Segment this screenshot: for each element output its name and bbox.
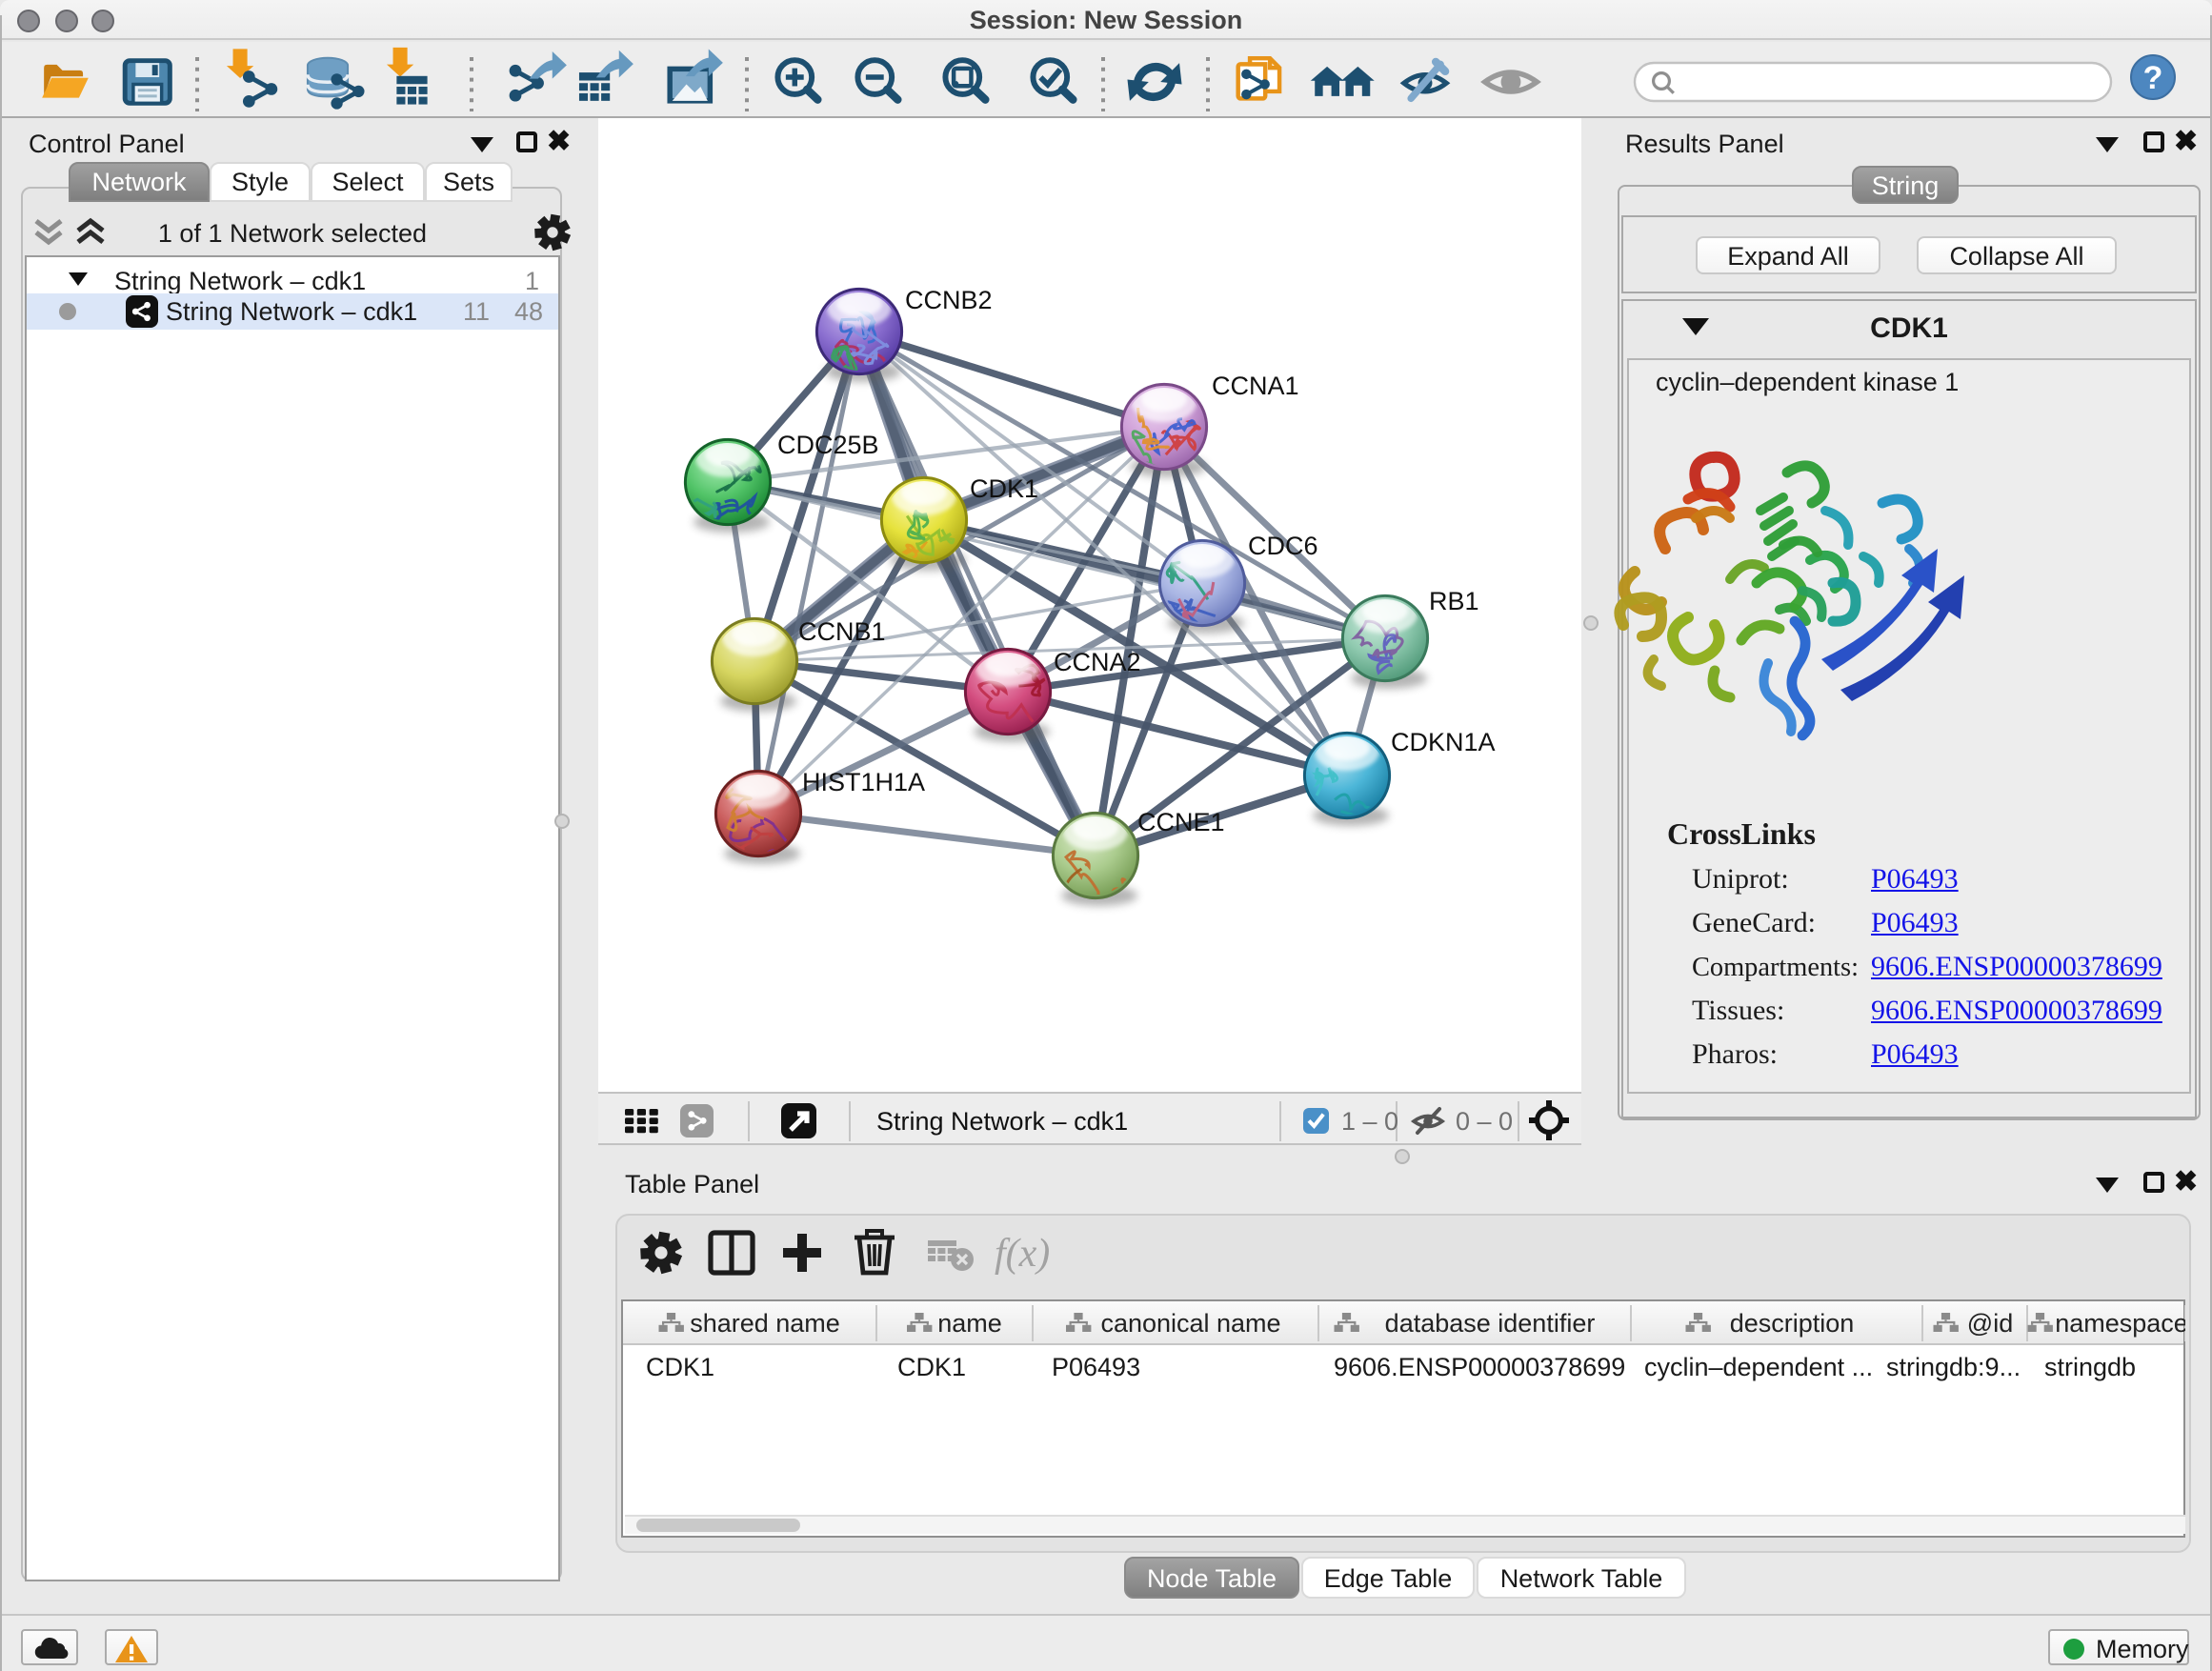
svg-text:shared name: shared name — [690, 1309, 840, 1338]
svg-text:CCNA2: CCNA2 — [1054, 648, 1141, 676]
svg-text:String Network – cdk1: String Network – cdk1 — [876, 1107, 1128, 1136]
svg-text:0 – 0: 0 – 0 — [1456, 1107, 1513, 1136]
svg-text:1 – 0: 1 – 0 — [1341, 1107, 1398, 1136]
svg-text:CCNB2: CCNB2 — [905, 286, 993, 314]
svg-text:CCNA1: CCNA1 — [1212, 372, 1299, 400]
svg-text:database identifier: database identifier — [1385, 1309, 1596, 1338]
svg-text:CDC25B: CDC25B — [777, 431, 879, 459]
svg-text:CCNB1: CCNB1 — [798, 617, 886, 646]
svg-text:@id: @id — [1967, 1309, 2013, 1338]
svg-text:canonical name: canonical name — [1100, 1309, 1280, 1338]
svg-text:CDC6: CDC6 — [1248, 532, 1318, 560]
svg-text:CDK1: CDK1 — [970, 474, 1038, 503]
svg-text:name: name — [937, 1309, 1002, 1338]
svg-text:?: ? — [2143, 60, 2163, 96]
svg-text:CDKN1A: CDKN1A — [1391, 728, 1496, 756]
svg-text:RB1: RB1 — [1429, 587, 1479, 615]
svg-text:HIST1H1A: HIST1H1A — [802, 768, 925, 796]
svg-text:f(x): f(x) — [995, 1232, 1050, 1276]
svg-text:namespace: namespace — [2055, 1309, 2185, 1338]
svg-text:description: description — [1730, 1309, 1855, 1338]
svg-text:CCNE1: CCNE1 — [1137, 808, 1225, 836]
